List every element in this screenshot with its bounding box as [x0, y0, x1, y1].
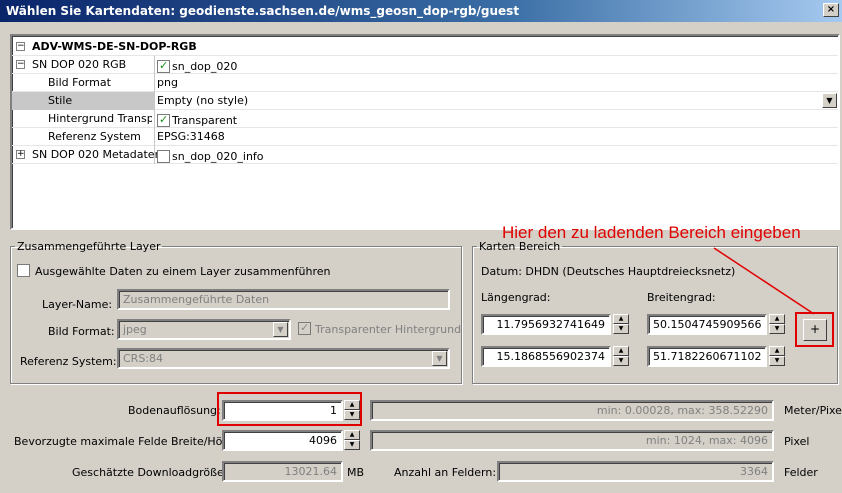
tree-row-stile[interactable]: Stile Empty (no style) ▼: [12, 92, 838, 110]
resolution-unit: Meter/Pixel: [784, 404, 842, 417]
layer-name-label: Layer-Name:: [42, 298, 113, 311]
chevron-down-icon: ▼: [273, 322, 288, 337]
tree-row-label: Stile: [12, 92, 154, 110]
ref-system-select[interactable]: CRS:84 ▼: [117, 348, 450, 369]
tree-row-value: png: [157, 76, 178, 89]
tree-row-label: Hintergrund Transparent: [48, 112, 152, 125]
close-icon[interactable]: ×: [823, 3, 839, 17]
datum-label: Datum: DHDN (Deutsches Hauptdreiecksnetz…: [481, 265, 736, 278]
lat-max-spinner[interactable]: ▲ ▼: [769, 346, 785, 367]
transparent-checkbox[interactable]: [157, 113, 170, 127]
tree-root-label: ADV-WMS-DE-SN-DOP-RGB: [32, 40, 197, 53]
image-format-value: jpeg: [123, 323, 147, 336]
lat-max-input[interactable]: 51.7182260671102: [647, 346, 767, 367]
tree-row-label: SN DOP 020 Metadaten: [32, 148, 162, 161]
collapse-icon[interactable]: −: [16, 42, 25, 51]
chevron-down-icon[interactable]: ▼: [822, 93, 837, 108]
max-field-range: min: 1024, max: 4096: [370, 430, 774, 451]
merge-checkbox[interactable]: [17, 264, 30, 277]
image-format-label: Bild Format:: [48, 325, 115, 338]
lon-min-input[interactable]: 11.7956932741649: [481, 314, 611, 335]
download-size-value: 13021.64: [222, 461, 343, 482]
lon-max-spinner[interactable]: ▲ ▼: [613, 346, 629, 367]
collapse-icon[interactable]: −: [16, 60, 25, 69]
fields-count-value: 3364: [497, 461, 774, 482]
merge-checkbox-label: Ausgewählte Daten zu einem Layer zusamme…: [35, 265, 331, 278]
tree-row-label: Bild Format: [48, 76, 111, 89]
expand-icon[interactable]: +: [16, 150, 25, 159]
annotation-text: Hier den zu ladenden Bereich eingeben: [502, 223, 801, 242]
resolution-label: Bodenauflösung:: [128, 404, 221, 417]
tree-row-label: SN DOP 020 RGB: [32, 58, 127, 71]
max-field-input[interactable]: 4096: [222, 430, 343, 451]
tree-row-value: sn_dop_020_info: [172, 150, 264, 163]
tree-row-referenz[interactable]: Referenz System EPSG:31468: [12, 128, 838, 146]
style-dropdown[interactable]: Empty (no style) ▼: [154, 92, 838, 110]
window-title-bar: Wählen Sie Kartendaten: geodienste.sachs…: [0, 0, 842, 22]
layer-checkbox[interactable]: [157, 59, 170, 73]
tree-row-value: Empty (no style): [157, 94, 249, 107]
max-field-spinner[interactable]: ▲ ▼: [344, 430, 360, 451]
ref-system-value: CRS:84: [123, 352, 164, 365]
resolution-range: min: 0.00028, max: 358.52290: [370, 400, 774, 421]
tree-row-hintergrund[interactable]: Hintergrund Transparent Transparent: [12, 110, 838, 128]
tree-row-label: Referenz System: [48, 130, 141, 143]
tree-root-row[interactable]: − ADV-WMS-DE-SN-DOP-RGB: [12, 38, 838, 56]
download-size-label: Geschätzte Downloadgröße:: [72, 466, 228, 479]
metadata-checkbox[interactable]: [157, 150, 170, 163]
max-field-unit: Pixel: [784, 435, 810, 448]
layer-tree[interactable]: − ADV-WMS-DE-SN-DOP-RGB − SN DOP 020 RGB…: [10, 34, 840, 230]
image-format-select[interactable]: jpeg ▼: [117, 319, 291, 340]
highlight-box-resolution: [217, 392, 362, 426]
max-field-label: Bevorzugte maximale Felde Breite/Höhe:: [14, 435, 240, 448]
fields-count-label: Anzahl an Feldern:: [394, 466, 497, 479]
chevron-down-icon: ▼: [432, 351, 447, 366]
merged-layer-legend: Zusammengeführte Layer: [17, 240, 161, 253]
ref-system-label: Referenz System:: [20, 355, 117, 368]
tree-row-metadaten[interactable]: + SN DOP 020 Metadaten sn_dop_020_info: [12, 146, 838, 164]
tree-row-bild-format[interactable]: Bild Format png: [12, 74, 838, 92]
layer-name-input[interactable]: Zusammengeführte Daten: [117, 289, 450, 310]
tree-row-value: sn_dop_020: [172, 60, 238, 73]
fields-count-unit: Felder: [784, 466, 818, 479]
longitude-label: Längengrad:: [481, 291, 551, 304]
download-size-unit: MB: [347, 466, 365, 479]
transparent-bg-checkbox[interactable]: [298, 321, 311, 335]
lon-max-input[interactable]: 15.1868556902374: [481, 346, 611, 367]
annotation-arrow-icon: [713, 247, 815, 315]
tree-row-value: Transparent: [172, 114, 238, 127]
transparent-bg-label: Transparenter Hintergrund: [315, 323, 462, 336]
latitude-label: Breitengrad:: [647, 291, 716, 304]
tree-row-sn-dop-020-rgb[interactable]: − SN DOP 020 RGB sn_dop_020: [12, 56, 838, 74]
tree-row-value: EPSG:31468: [157, 130, 225, 143]
lon-min-spinner[interactable]: ▲ ▼: [613, 314, 629, 335]
window-title: Wählen Sie Kartendaten: geodienste.sachs…: [6, 4, 520, 18]
